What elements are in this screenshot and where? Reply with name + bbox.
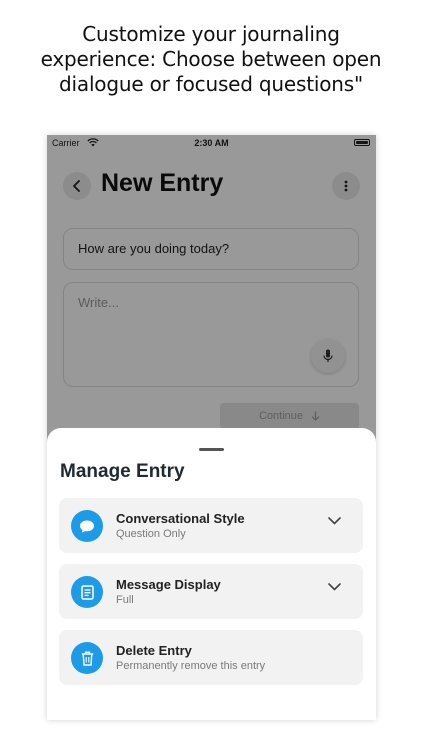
option-label: Conversational Style (116, 511, 245, 526)
chevron-down-icon[interactable] (325, 512, 343, 530)
caption-line-1: Customize your journaling (82, 22, 340, 46)
document-icon (71, 576, 103, 608)
option-label: Delete Entry (116, 643, 192, 658)
conversational-style-option[interactable]: Conversational Style Question Only (59, 498, 363, 553)
chat-bubble-icon (71, 510, 103, 542)
marketing-caption: Customize your journaling experience: Ch… (0, 22, 422, 97)
message-display-option[interactable]: Message Display Full (59, 564, 363, 619)
manage-entry-sheet: Manage Entry Conversational Style Questi… (47, 428, 376, 720)
phone-screen: Carrier 2:30 AM New Entry How are you do… (47, 135, 376, 720)
caption-line-3: dialogue or focused questions" (59, 72, 363, 96)
sheet-drag-handle[interactable] (199, 448, 224, 451)
chevron-down-icon[interactable] (325, 578, 343, 596)
delete-entry-option[interactable]: Delete Entry Permanently remove this ent… (59, 630, 363, 685)
option-description: Permanently remove this entry (116, 660, 266, 672)
option-value: Full (116, 594, 134, 606)
sheet-title: Manage Entry (60, 461, 185, 482)
option-value: Question Only (116, 528, 186, 540)
trash-icon (71, 642, 103, 674)
option-label: Message Display (116, 577, 221, 592)
caption-line-2: experience: Choose between open (40, 47, 382, 71)
